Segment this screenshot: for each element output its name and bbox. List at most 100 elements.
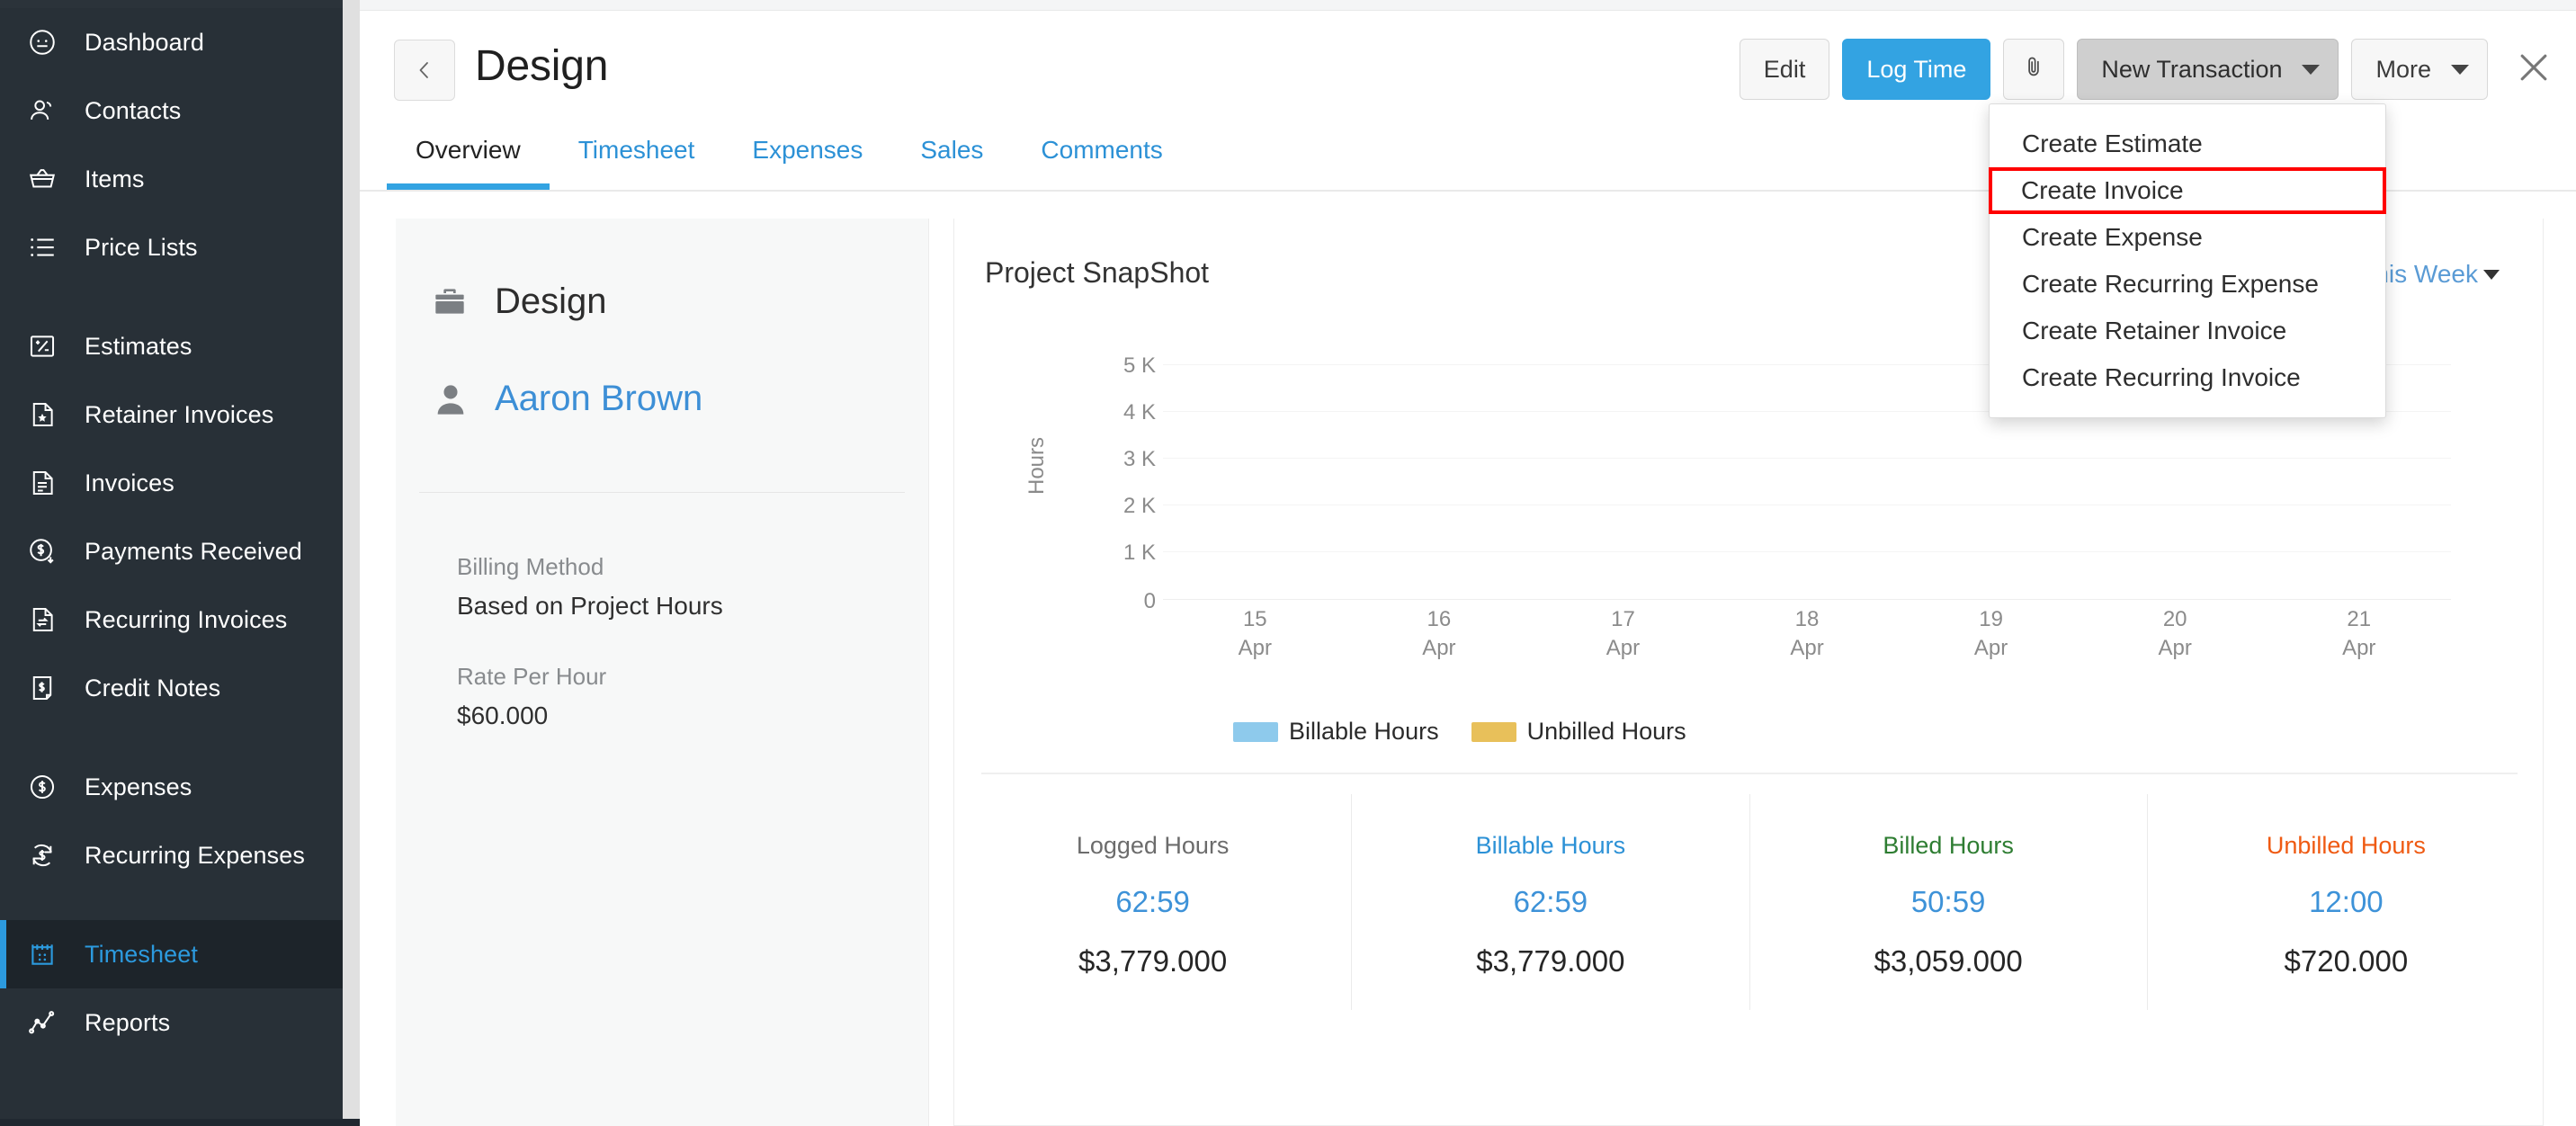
chevron-down-icon bbox=[2483, 269, 2500, 280]
project-name: Design bbox=[495, 282, 607, 321]
stat-amount: $3,779.000 bbox=[1078, 944, 1228, 978]
stat-amount: $3,059.000 bbox=[1874, 944, 2023, 978]
x-tick-month: Apr bbox=[1973, 636, 2008, 661]
chevron-left-icon bbox=[414, 59, 435, 81]
sidebar-item-credit-notes[interactable]: Credit Notes bbox=[0, 654, 343, 722]
sidebar-item-invoices[interactable]: Invoices bbox=[0, 449, 343, 517]
sidebar-item-timesheet[interactable]: Timesheet bbox=[0, 920, 343, 988]
tab-comments[interactable]: Comments bbox=[1012, 130, 1191, 188]
chart-legend: Billable Hours Unbilled Hours bbox=[1233, 718, 1686, 746]
stat-hours: 62:59 bbox=[1513, 885, 1588, 918]
sidebar-item-contacts[interactable]: Contacts bbox=[0, 76, 343, 145]
top-strip bbox=[360, 0, 2576, 11]
sidebar-scrollbar-thumb[interactable] bbox=[343, 0, 360, 1119]
user-icon bbox=[432, 380, 484, 418]
close-icon bbox=[2514, 48, 2554, 92]
x-tick-month: Apr bbox=[1422, 636, 1456, 661]
contacts-icon bbox=[27, 93, 68, 129]
x-tick-month: Apr bbox=[2158, 636, 2192, 661]
legend-item-unbilled-hours[interactable]: Unbilled Hours bbox=[1471, 718, 1686, 746]
sidebar-item-label: Recurring Expenses bbox=[85, 841, 305, 869]
header-actions: Edit Log Time New Transaction More bbox=[1739, 39, 2560, 100]
menu-item-create-recurring-invoice[interactable]: Create Recurring Invoice bbox=[1990, 354, 2385, 401]
sidebar-item-items[interactable]: Items bbox=[0, 145, 343, 213]
stat-unbilled-hours: Unbilled Hours 12:00 $720.000 bbox=[2148, 794, 2545, 1010]
sidebar-item-label: Contacts bbox=[85, 96, 182, 124]
menu-item-create-invoice[interactable]: Create Invoice bbox=[1989, 167, 2386, 214]
gridline bbox=[1163, 551, 2451, 552]
sidebar-item-reports[interactable]: Reports bbox=[0, 988, 343, 1057]
edit-button[interactable]: Edit bbox=[1739, 39, 1830, 100]
new-transaction-dropdown-menu: Create Estimate Create Invoice Create Ex… bbox=[1989, 103, 2386, 418]
sidebar-item-expenses[interactable]: Expenses bbox=[0, 753, 343, 821]
tab-timesheet[interactable]: Timesheet bbox=[550, 130, 724, 188]
sidebar-item-retainer-invoices[interactable]: Retainer Invoices bbox=[0, 380, 343, 449]
list-icon bbox=[27, 229, 68, 265]
sidebar-nav: Dashboard Contacts Items Price Lists Est… bbox=[0, 0, 343, 1057]
sidebar-item-price-lists[interactable]: Price Lists bbox=[0, 213, 343, 282]
sidebar-item-recurring-invoices[interactable]: Recurring Invoices bbox=[0, 585, 343, 654]
y-tick-label: 0 bbox=[1143, 589, 1156, 613]
x-tick: 17 Apr bbox=[1531, 605, 1715, 677]
menu-item-create-estimate[interactable]: Create Estimate bbox=[1990, 121, 2385, 167]
more-label: More bbox=[2375, 55, 2431, 83]
legend-item-billable-hours[interactable]: Billable Hours bbox=[1233, 718, 1439, 746]
stat-billable-hours: Billable Hours 62:59 $3,779.000 bbox=[1352, 794, 1750, 1010]
sidebar-item-label: Retainer Invoices bbox=[85, 400, 274, 428]
x-tick: 16 Apr bbox=[1347, 605, 1532, 677]
project-name-row: Design bbox=[432, 282, 607, 322]
y-tick-label: 1 K bbox=[1123, 541, 1156, 565]
estimate-icon bbox=[27, 328, 68, 364]
stat-hours: 50:59 bbox=[1910, 885, 1986, 918]
project-summary-card: Design Aaron Brown Billing Method Based … bbox=[396, 219, 929, 1126]
stat-label: Billed Hours bbox=[1883, 832, 2014, 859]
sidebar-item-recurring-expenses[interactable]: Recurring Expenses bbox=[0, 821, 343, 889]
project-client-row: Aaron Brown bbox=[432, 379, 702, 419]
stats-divider bbox=[981, 773, 2518, 774]
sidebar-item-label: Expenses bbox=[85, 773, 192, 800]
tab-expenses[interactable]: Expenses bbox=[723, 130, 891, 188]
sidebar-item-label: Dashboard bbox=[85, 28, 204, 56]
paperclip-icon bbox=[2022, 53, 2045, 86]
menu-item-create-recurring-expense[interactable]: Create Recurring Expense bbox=[1990, 261, 2385, 308]
close-button[interactable] bbox=[2508, 43, 2560, 95]
basket-icon bbox=[27, 161, 68, 197]
attachment-button[interactable] bbox=[2003, 39, 2065, 100]
x-tick-day: 17 bbox=[1611, 607, 1635, 631]
sidebar-item-estimates[interactable]: Estimates bbox=[0, 312, 343, 380]
x-tick: 19 Apr bbox=[1899, 605, 2083, 677]
log-time-button[interactable]: Log Time bbox=[1842, 39, 1991, 100]
x-tick-month: Apr bbox=[1790, 636, 1824, 661]
back-button[interactable] bbox=[394, 40, 455, 101]
stat-hours: 12:00 bbox=[2309, 885, 2384, 918]
y-tick-label: 3 K bbox=[1123, 447, 1156, 471]
sidebar: Dashboard Contacts Items Price Lists Est… bbox=[0, 0, 343, 1126]
x-tick-day: 21 bbox=[2347, 607, 2372, 631]
x-tick-day: 18 bbox=[1794, 607, 1820, 631]
sidebar-item-label: Payments Received bbox=[85, 537, 302, 565]
sidebar-item-dashboard[interactable]: Dashboard bbox=[0, 8, 343, 76]
sidebar-scrollbar[interactable] bbox=[343, 0, 360, 1119]
project-client-name[interactable]: Aaron Brown bbox=[495, 379, 702, 419]
tab-sales[interactable]: Sales bbox=[891, 130, 1012, 188]
stat-label: Billable Hours bbox=[1475, 832, 1626, 859]
sidebar-item-label: Timesheet bbox=[85, 940, 198, 968]
sidebar-item-label: Recurring Invoices bbox=[85, 605, 288, 633]
sidebar-item-label: Invoices bbox=[85, 469, 174, 496]
new-transaction-button[interactable]: New Transaction bbox=[2077, 39, 2339, 100]
x-tick-day: 16 bbox=[1427, 607, 1452, 631]
x-axis-ticks: 15 Apr 16 Apr 17 Apr 18 Apr 19 Apr 20 Apr 21 Ap… bbox=[1163, 605, 2451, 677]
sidebar-divider-2 bbox=[0, 722, 343, 753]
x-tick-day: 19 bbox=[1979, 607, 2003, 631]
sidebar-item-payments-received[interactable]: Payments Received bbox=[0, 517, 343, 585]
menu-item-create-retainer-invoice[interactable]: Create Retainer Invoice bbox=[1990, 308, 2385, 354]
legend-swatch bbox=[1471, 721, 1516, 742]
tab-overview[interactable]: Overview bbox=[387, 130, 550, 190]
more-button[interactable]: More bbox=[2351, 39, 2488, 100]
rate-per-hour-label: Rate Per Hour bbox=[457, 663, 607, 690]
menu-item-create-expense[interactable]: Create Expense bbox=[1990, 214, 2385, 261]
gridline bbox=[1163, 458, 2451, 459]
snapshot-stats: Logged Hours 62:59 $3,779.000 Billable H… bbox=[954, 794, 2545, 1010]
expense-icon bbox=[27, 769, 68, 805]
chevron-down-icon bbox=[2302, 64, 2321, 75]
